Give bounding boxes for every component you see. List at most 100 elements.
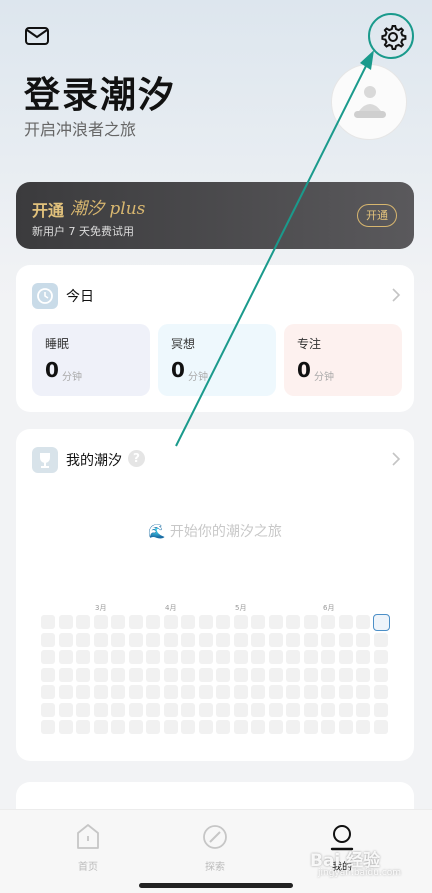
- chevron-right-icon[interactable]: [386, 285, 406, 305]
- heatmap-cell: [268, 615, 283, 629]
- heatmap-cell: [303, 720, 318, 734]
- heatmap-cell: [303, 632, 318, 647]
- heatmap-cell: [198, 685, 213, 699]
- heatmap-cell: [76, 667, 90, 682]
- heatmap-cell: [41, 702, 55, 717]
- settings-gear-icon[interactable]: [376, 20, 410, 54]
- heatmap-cell: [286, 720, 300, 734]
- heatmap-cell: [251, 632, 265, 647]
- heatmap-cell: [233, 667, 248, 682]
- my-tide-title: 我的潮汐: [66, 453, 122, 469]
- compass-icon: [203, 825, 227, 849]
- stat-unit: 分钟: [188, 372, 208, 383]
- heatmap-cell: [181, 615, 195, 629]
- heatmap-cell: [286, 685, 300, 699]
- heatmap-cell: [93, 685, 108, 699]
- today-card[interactable]: 今日 睡眠 0 分钟 冥想 0 分钟 专注 0 分钟: [16, 265, 414, 412]
- heatmap-cell: [286, 702, 300, 717]
- heatmap-cell: [58, 720, 73, 734]
- heatmap-cell: [146, 615, 160, 629]
- heatmap-cell: [356, 650, 370, 664]
- heatmap-cell: [111, 685, 125, 699]
- plus-open-button[interactable]: 开通: [357, 204, 397, 227]
- heatmap-cell: [373, 650, 388, 664]
- heatmap-cell: [128, 685, 143, 699]
- heatmap-cell: [321, 615, 335, 629]
- tab-label: 探索: [205, 862, 225, 873]
- heatmap-cell: [373, 720, 388, 734]
- heatmap-cell: [181, 632, 195, 647]
- heatmap-cell: [198, 632, 213, 647]
- heatmap-cell: [198, 667, 213, 682]
- heatmap-cell: [338, 650, 353, 664]
- heatmap-cell: [181, 702, 195, 717]
- heatmap-cell: [233, 702, 248, 717]
- heatmap-cell: [303, 685, 318, 699]
- heatmap-cell: [76, 650, 90, 664]
- heatmap-cell: [181, 720, 195, 734]
- home-indicator: [139, 883, 293, 888]
- heatmap-cell: [233, 650, 248, 664]
- heatmap-cell: [268, 667, 283, 682]
- heatmap-cell: [146, 685, 160, 699]
- stat-value: 0: [171, 358, 185, 382]
- heatmap-cell: [233, 632, 248, 647]
- heatmap-cell: [76, 632, 90, 647]
- heatmap-cell: [41, 667, 55, 682]
- heatmap-cell: [163, 702, 178, 717]
- heatmap-cell: [356, 702, 370, 717]
- today-title: 今日: [66, 289, 94, 305]
- heatmap-cell: [338, 720, 353, 734]
- heatmap-cell: [251, 615, 265, 629]
- heatmap-cell: [268, 632, 283, 647]
- tab-home[interactable]: 首页: [58, 822, 118, 873]
- plus-brand: 潮汐 plus: [70, 199, 146, 219]
- page-subtitle: 开启冲浪者之旅: [24, 120, 137, 139]
- heatmap-cell: [58, 702, 73, 717]
- heatmap-cell: [251, 720, 265, 734]
- heatmap-cell: [216, 685, 230, 699]
- heatmap-cell: [58, 632, 73, 647]
- stat-unit: 分钟: [62, 372, 82, 383]
- heatmap-cell: [286, 667, 300, 682]
- stat-focus[interactable]: 专注 0 分钟: [284, 324, 402, 396]
- heatmap-cell: [76, 720, 90, 734]
- heatmap-cell: [58, 615, 73, 629]
- heatmap-cell: [163, 615, 178, 629]
- heatmap-cell: [111, 650, 125, 664]
- heatmap-cell: [338, 632, 353, 647]
- heatmap-cell: [163, 685, 178, 699]
- heatmap-cell: [216, 650, 230, 664]
- stat-unit: 分钟: [314, 372, 334, 383]
- heatmap-cell: [146, 650, 160, 664]
- heatmap-cell: [128, 702, 143, 717]
- heatmap-cell: [111, 615, 125, 629]
- avatar[interactable]: [331, 64, 407, 140]
- heatmap-cell: [338, 702, 353, 717]
- heatmap-cell: [181, 685, 195, 699]
- heatmap-cell: [286, 650, 300, 664]
- heatmap-cell: [128, 650, 143, 664]
- chevron-right-icon[interactable]: [386, 449, 406, 469]
- mail-icon[interactable]: [24, 26, 50, 46]
- heatmap-cell: [373, 667, 388, 682]
- heatmap-cell: [58, 685, 73, 699]
- heatmap-cell: [76, 685, 90, 699]
- page-title[interactable]: 登录潮汐: [24, 66, 176, 118]
- heatmap-cell: [321, 720, 335, 734]
- heatmap-cell: [321, 667, 335, 682]
- today-heatmap-cell[interactable]: [373, 614, 390, 631]
- my-tide-card[interactable]: 我的潮汐 ? 🌊 开始你的潮汐之旅 3月 4月 5月 6月: [16, 429, 414, 761]
- heatmap-cell: [268, 720, 283, 734]
- heatmap-cell: [76, 615, 90, 629]
- help-icon[interactable]: ?: [128, 450, 145, 467]
- heatmap-cell: [198, 615, 213, 629]
- plus-subtitle: 新用户 7 天免费试用: [32, 225, 134, 238]
- stat-meditation[interactable]: 冥想 0 分钟: [158, 324, 276, 396]
- watermark-url: jingyan.baidu.com: [318, 868, 402, 878]
- stat-sleep[interactable]: 睡眠 0 分钟: [32, 324, 150, 396]
- heatmap-cell: [303, 650, 318, 664]
- month-label: 5月: [235, 604, 247, 612]
- tab-explore[interactable]: 探索: [185, 822, 245, 873]
- plus-membership-card[interactable]: 开通 潮汐 plus 新用户 7 天免费试用 开通: [16, 182, 414, 249]
